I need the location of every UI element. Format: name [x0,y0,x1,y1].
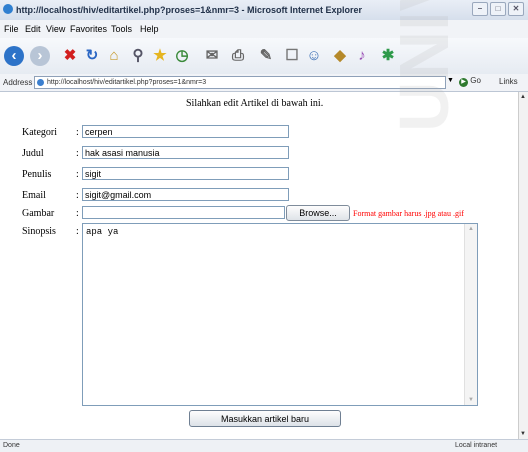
address-url: http://localhost/hiv/editartikel.php?pro… [47,79,207,86]
menu-favorites[interactable]: Favorites [70,24,107,34]
page-heading: Silahkan edit Artikel di bawah ini. [186,98,324,109]
page-content: Silahkan edit Artikel di bawah ini. Kate… [0,0,518,439]
menu-view[interactable]: View [46,24,65,34]
close-button[interactable]: ✕ [508,2,524,16]
edit-icon[interactable]: ✎ [256,46,276,66]
label-sinopsis: Sinopsis [22,226,56,237]
colon: : [76,208,79,219]
minimize-button[interactable]: – [472,2,488,16]
status-zone: Local intranet [455,442,498,449]
menu-file[interactable]: File [4,24,19,34]
print-icon[interactable]: ⎙ [228,46,248,66]
penulis-field[interactable]: sigit [82,167,289,180]
refresh-icon[interactable]: ↻ [82,46,102,66]
status-done: Done [3,442,20,449]
menu-edit[interactable]: Edit [25,24,41,34]
scroll-down-icon[interactable]: ▼ [520,431,526,437]
scroll-up-icon[interactable]: ▲ [468,226,474,232]
back-icon[interactable]: ‹ [4,46,24,66]
sinopsis-text: apa ya [86,227,119,237]
window-controls: – □ ✕ [472,2,524,16]
status-bar: Done Local intranet [0,439,528,452]
page-scrollbar[interactable]: ▲ ▼ [518,92,528,439]
menu-tools[interactable]: Tools [111,24,132,34]
discuss-icon[interactable]: ☐ [282,46,302,66]
colon: : [76,226,79,237]
watermark: UNIVERSITAS [384,0,464,132]
browse-button[interactable]: Browse... [286,205,350,221]
maximize-button[interactable]: □ [490,2,506,16]
research-icon[interactable]: ◆ [330,46,350,66]
favorites-icon[interactable]: ★ [150,46,170,66]
label-judul: Judul [22,148,44,159]
home-icon[interactable]: ⌂ [104,46,124,66]
mail-icon[interactable]: ✉ [202,46,222,66]
colon: : [76,127,79,138]
judul-field[interactable]: hak asasi manusia [82,146,289,159]
format-note: Format gambar harus .jpg atau .gif [353,209,464,218]
links-button[interactable]: Links [499,77,518,86]
label-gambar: Gambar [22,208,55,219]
address-label: Address [3,78,33,87]
textarea-scrollbar[interactable]: ▲ ▼ [464,224,477,405]
forward-icon[interactable]: › [30,46,50,66]
search-icon[interactable]: ⚲ [128,46,148,66]
colon: : [76,169,79,180]
history-icon[interactable]: ◷ [172,46,192,66]
colon: : [76,148,79,159]
ie-icon [3,4,13,14]
gambar-file-input[interactable] [82,206,285,219]
submit-button[interactable]: Masukkan artikel baru [189,410,341,427]
window-title: http://localhost/hiv/editartikel.php?pro… [16,5,363,15]
messenger-icon[interactable]: ☺ [304,46,324,66]
stop-icon[interactable]: ✖ [60,46,80,66]
kategori-field[interactable]: cerpen [82,125,289,138]
media-icon[interactable]: ♪ [352,46,372,66]
go-label: Go [470,76,481,85]
label-kategori: Kategori [22,127,57,138]
email-field[interactable]: sigit@gmail.com [82,188,289,201]
scroll-up-icon[interactable]: ▲ [520,94,526,100]
colon: : [76,190,79,201]
scroll-down-icon[interactable]: ▼ [468,397,474,403]
label-penulis: Penulis [22,169,52,180]
menu-help[interactable]: Help [140,24,159,34]
sinopsis-textarea[interactable]: apa ya ▲ ▼ [82,223,478,406]
page-icon [37,78,44,86]
label-email: Email [22,190,46,201]
